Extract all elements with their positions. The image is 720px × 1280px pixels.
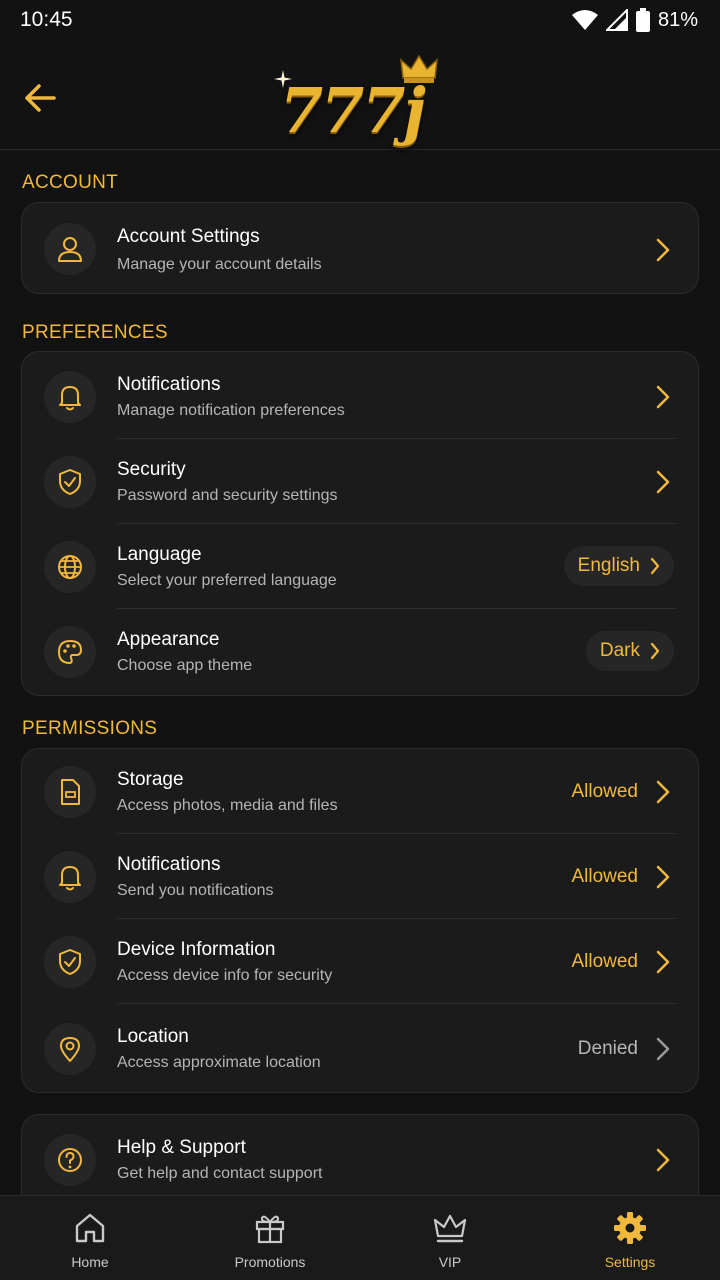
preferences-card: Notifications Manage notification prefer…: [21, 351, 699, 696]
row-help-support[interactable]: Help & Support Get help and contact supp…: [22, 1117, 698, 1202]
nav-label: Settings: [604, 1254, 656, 1270]
chevron-right-icon: [656, 950, 670, 974]
user-icon: [44, 223, 96, 275]
chevron-right-icon: [656, 865, 670, 889]
bottom-navigation: Home Promotions VIP Settings: [0, 1195, 720, 1280]
chevron-right-icon: [656, 470, 670, 494]
row-title: Notifications: [117, 854, 221, 875]
nav-label: Home: [71, 1254, 109, 1270]
shield-check-icon: [44, 936, 96, 988]
divider: [117, 1003, 676, 1004]
permission-status: Allowed: [571, 866, 638, 887]
file-icon: [44, 766, 96, 818]
signal-icon: [605, 9, 628, 31]
row-title: Location: [117, 1026, 189, 1047]
row-location[interactable]: Location Access approximate location Den…: [22, 1006, 698, 1091]
globe-icon: [44, 541, 96, 593]
app-logo: 777j: [270, 50, 450, 147]
home-icon: [75, 1213, 105, 1243]
chevron-right-icon: [656, 1037, 670, 1061]
row-subtitle: Select your preferred language: [117, 572, 337, 589]
row-title: Account Settings: [117, 226, 260, 247]
row-security[interactable]: Security Password and security settings: [22, 439, 698, 524]
row-title: Device Information: [117, 939, 276, 960]
theme-value: Dark: [599, 640, 640, 661]
row-notifications[interactable]: Notifications Manage notification prefer…: [22, 354, 698, 439]
battery-icon: [635, 8, 650, 32]
status-bar: 10:45 81%: [0, 0, 720, 40]
wifi-icon: [571, 10, 598, 30]
crown-logo-icon: [400, 54, 438, 83]
row-account-settings[interactable]: Account Settings Manage your account det…: [22, 206, 698, 291]
arrow-left-icon: [25, 84, 56, 112]
row-subtitle: Password and security settings: [117, 487, 338, 504]
row-notifications-permission[interactable]: Notifications Send you notifications All…: [22, 834, 698, 919]
gear-icon: [614, 1212, 646, 1244]
crown-icon: [433, 1214, 467, 1243]
row-subtitle: Access device info for security: [117, 967, 333, 984]
row-subtitle: Get help and contact support: [117, 1165, 323, 1182]
bell-icon: [44, 371, 96, 423]
chevron-right-icon: [656, 385, 670, 409]
permissions-card: Storage Access photos, media and files A…: [21, 748, 699, 1093]
nav-settings[interactable]: Settings: [540, 1196, 720, 1280]
language-value: English: [577, 555, 640, 576]
row-title: Appearance: [117, 629, 220, 650]
chevron-right-icon: [656, 1148, 670, 1172]
nav-promotions[interactable]: Promotions: [180, 1196, 360, 1280]
chevron-right-icon: [650, 557, 660, 575]
permission-status: Denied: [577, 1038, 638, 1059]
battery-level: 81%: [657, 8, 698, 31]
status-icons: 81%: [571, 8, 698, 32]
account-card: Account Settings Manage your account det…: [21, 202, 699, 294]
nav-home[interactable]: Home: [0, 1196, 180, 1280]
palette-icon: [44, 626, 96, 678]
theme-value-pill[interactable]: Dark: [585, 631, 674, 671]
chevron-right-icon: [656, 238, 670, 262]
row-appearance[interactable]: Appearance Choose app theme Dark: [22, 609, 698, 694]
row-subtitle: Manage your account details: [117, 256, 322, 273]
permission-status: Allowed: [571, 781, 638, 802]
row-device-information[interactable]: Device Information Access device info fo…: [22, 919, 698, 1004]
row-subtitle: Access approximate location: [117, 1054, 321, 1071]
permission-status: Allowed: [571, 951, 638, 972]
row-subtitle: Send you notifications: [117, 882, 274, 899]
row-subtitle: Access photos, media and files: [117, 797, 338, 814]
row-subtitle: Choose app theme: [117, 657, 253, 674]
chevron-right-icon: [656, 780, 670, 804]
row-language[interactable]: Language Select your preferred language …: [22, 524, 698, 609]
app-header: 777j: [0, 40, 720, 150]
row-title: Storage: [117, 769, 184, 790]
help-circle-icon: [44, 1134, 96, 1186]
back-button[interactable]: [20, 78, 60, 118]
location-pin-icon: [44, 1023, 96, 1075]
row-title: Notifications: [117, 374, 221, 395]
row-title: Help & Support: [117, 1137, 246, 1158]
row-storage[interactable]: Storage Access photos, media and files A…: [22, 749, 698, 834]
section-title-account: ACCOUNT: [22, 172, 119, 193]
row-title: Language: [117, 544, 202, 565]
status-time: 10:45: [20, 8, 73, 31]
row-title: Security: [117, 459, 186, 480]
chevron-right-icon: [650, 642, 660, 660]
nav-vip[interactable]: VIP: [360, 1196, 540, 1280]
shield-check-icon: [44, 456, 96, 508]
bell-icon: [44, 851, 96, 903]
language-value-pill[interactable]: English: [563, 546, 674, 586]
section-title-preferences: PREFERENCES: [22, 322, 168, 343]
nav-label: VIP: [438, 1254, 462, 1270]
section-title-permissions: PERMISSIONS: [22, 718, 158, 739]
nav-label: Promotions: [234, 1254, 306, 1270]
gift-icon: [255, 1215, 285, 1244]
logo-text: 777j: [280, 74, 426, 147]
row-subtitle: Manage notification preferences: [117, 402, 345, 419]
